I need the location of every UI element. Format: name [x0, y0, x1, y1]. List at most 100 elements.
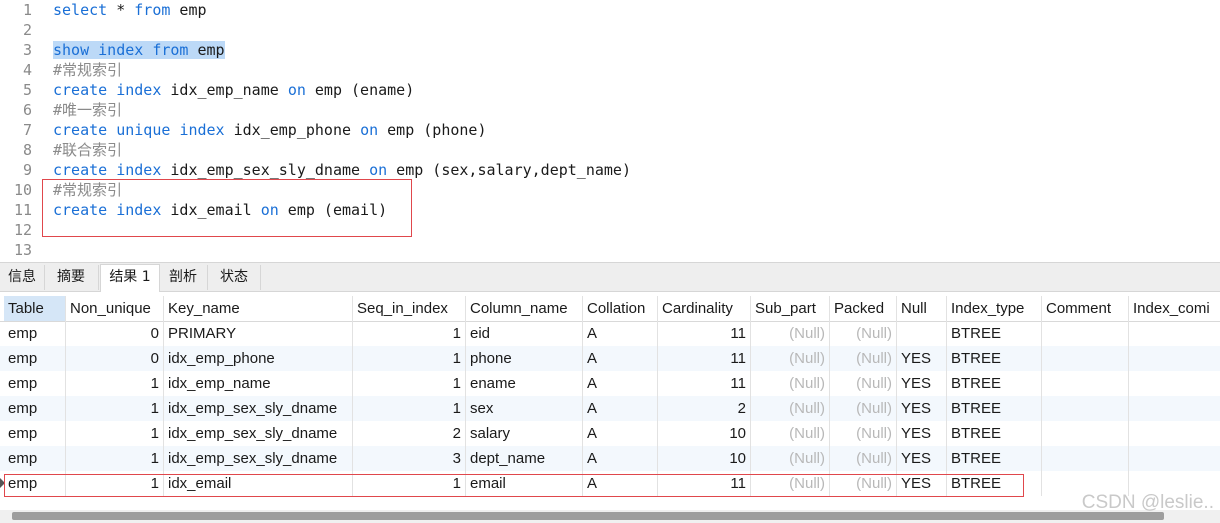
table-row[interactable]: emp 1 idx_emp_sex_sly_dname 1 sex A 2 (Null) (Nu…: [0, 396, 1220, 421]
tab-summary[interactable]: 摘要: [44, 265, 99, 290]
table-cell[interactable]: [1129, 446, 1220, 471]
column-header[interactable]: Seq_in_index: [353, 296, 466, 321]
table-cell[interactable]: (Null): [830, 396, 897, 421]
tab-result-1[interactable]: 结果 1: [100, 264, 160, 292]
column-header[interactable]: Comment: [1042, 296, 1129, 321]
table-cell[interactable]: 1: [66, 421, 164, 446]
table-cell[interactable]: A: [583, 396, 658, 421]
table-cell[interactable]: (Null): [830, 421, 897, 446]
tab-status[interactable]: 状态: [208, 265, 261, 290]
table-cell[interactable]: YES: [897, 396, 947, 421]
column-header[interactable]: Sub_part: [751, 296, 830, 321]
table-cell[interactable]: YES: [897, 446, 947, 471]
editor-line[interactable]: 8 #联合索引: [0, 140, 1220, 160]
table-row[interactable]: emp 0 idx_emp_phone 1 phone A 11 (Null) (Null) YE…: [0, 346, 1220, 371]
editor-line[interactable]: 12: [0, 220, 1220, 240]
table-cell[interactable]: [1129, 321, 1220, 346]
table-cell[interactable]: emp: [4, 321, 66, 346]
column-header[interactable]: Packed: [830, 296, 897, 321]
table-cell[interactable]: 1: [66, 446, 164, 471]
table-cell[interactable]: 1: [66, 371, 164, 396]
table-cell[interactable]: 0: [66, 346, 164, 371]
editor-line[interactable]: 1 select * from emp: [0, 0, 1220, 20]
table-cell[interactable]: BTREE: [947, 321, 1042, 346]
table-cell[interactable]: 1: [66, 471, 164, 496]
table-cell[interactable]: A: [583, 321, 658, 346]
table-cell[interactable]: [1042, 321, 1129, 346]
table-cell[interactable]: BTREE: [947, 346, 1042, 371]
table-cell[interactable]: (Null): [751, 346, 830, 371]
table-cell[interactable]: 1: [353, 371, 466, 396]
table-cell[interactable]: salary: [466, 421, 583, 446]
table-cell[interactable]: 11: [658, 346, 751, 371]
table-cell[interactable]: YES: [897, 346, 947, 371]
table-cell[interactable]: 10: [658, 421, 751, 446]
table-cell[interactable]: idx_emp_name: [164, 371, 353, 396]
table-cell[interactable]: PRIMARY: [164, 321, 353, 346]
table-cell[interactable]: 1: [66, 396, 164, 421]
table-cell[interactable]: [1042, 396, 1129, 421]
table-cell[interactable]: YES: [897, 421, 947, 446]
table-cell[interactable]: 1: [353, 346, 466, 371]
table-cell[interactable]: emp: [4, 471, 66, 496]
table-cell[interactable]: idx_email: [164, 471, 353, 496]
table-cell[interactable]: [1042, 446, 1129, 471]
table-cell[interactable]: idx_emp_phone: [164, 346, 353, 371]
table-cell[interactable]: A: [583, 421, 658, 446]
column-header[interactable]: Index_comi: [1129, 296, 1220, 321]
editor-line[interactable]: 5 create index idx_emp_name on emp (ename…: [0, 80, 1220, 100]
table-cell[interactable]: A: [583, 446, 658, 471]
table-cell[interactable]: emp: [4, 371, 66, 396]
sql-editor[interactable]: 1 select * from emp 2 3 show index from emp 4…: [0, 0, 1220, 262]
table-cell[interactable]: idx_emp_sex_sly_dname: [164, 446, 353, 471]
table-cell[interactable]: BTREE: [947, 421, 1042, 446]
table-cell[interactable]: [1129, 421, 1220, 446]
table-cell[interactable]: A: [583, 471, 658, 496]
table-cell[interactable]: BTREE: [947, 471, 1042, 496]
table-cell[interactable]: emp: [4, 346, 66, 371]
table-cell[interactable]: 11: [658, 471, 751, 496]
table-row[interactable]: emp 1 idx_emp_name 1 ename A 11 (Null) (Null) YES…: [0, 371, 1220, 396]
table-cell[interactable]: 2: [658, 396, 751, 421]
column-header[interactable]: Column_name: [466, 296, 583, 321]
table-cell[interactable]: sex: [466, 396, 583, 421]
table-cell[interactable]: YES: [897, 371, 947, 396]
table-cell[interactable]: idx_emp_sex_sly_dname: [164, 421, 353, 446]
table-cell[interactable]: phone: [466, 346, 583, 371]
table-row[interactable]: emp 1 idx_email 1 email A 11 (Null) (Null) YES BTR…: [0, 471, 1220, 496]
editor-line[interactable]: 9 create index idx_emp_sex_sly_dname on e…: [0, 160, 1220, 180]
table-cell[interactable]: (Null): [751, 446, 830, 471]
column-header[interactable]: Key_name: [164, 296, 353, 321]
table-cell[interactable]: idx_emp_sex_sly_dname: [164, 396, 353, 421]
editor-line[interactable]: 10 #常规索引: [0, 180, 1220, 200]
table-cell[interactable]: (Null): [830, 371, 897, 396]
table-cell[interactable]: A: [583, 346, 658, 371]
editor-line[interactable]: 11 create index idx_email on emp (email): [0, 200, 1220, 220]
table-cell[interactable]: dept_name: [466, 446, 583, 471]
table-cell[interactable]: [1129, 346, 1220, 371]
column-header[interactable]: Collation: [583, 296, 658, 321]
table-cell[interactable]: [897, 321, 947, 346]
table-cell[interactable]: [1042, 421, 1129, 446]
editor-line[interactable]: 7 create unique index idx_emp_phone on em…: [0, 120, 1220, 140]
column-header[interactable]: Null: [897, 296, 947, 321]
column-header[interactable]: Cardinality: [658, 296, 751, 321]
table-cell[interactable]: 2: [353, 421, 466, 446]
table-cell[interactable]: YES: [897, 471, 947, 496]
editor-line[interactable]: 4 #常规索引: [0, 60, 1220, 80]
table-cell[interactable]: 10: [658, 446, 751, 471]
table-row[interactable]: emp 1 idx_emp_sex_sly_dname 3 dept_name A 10 (N…: [0, 446, 1220, 471]
table-cell[interactable]: (Null): [751, 471, 830, 496]
table-cell[interactable]: 0: [66, 321, 164, 346]
table-cell[interactable]: [1129, 371, 1220, 396]
table-cell[interactable]: (Null): [830, 471, 897, 496]
table-cell[interactable]: 1: [353, 396, 466, 421]
table-cell[interactable]: (Null): [830, 446, 897, 471]
table-cell[interactable]: (Null): [751, 396, 830, 421]
table-cell[interactable]: 3: [353, 446, 466, 471]
table-cell[interactable]: emp: [4, 396, 66, 421]
table-cell[interactable]: BTREE: [947, 396, 1042, 421]
table-cell[interactable]: 1: [353, 471, 466, 496]
tab-profile[interactable]: 剖析: [159, 265, 208, 290]
table-cell[interactable]: [1042, 346, 1129, 371]
